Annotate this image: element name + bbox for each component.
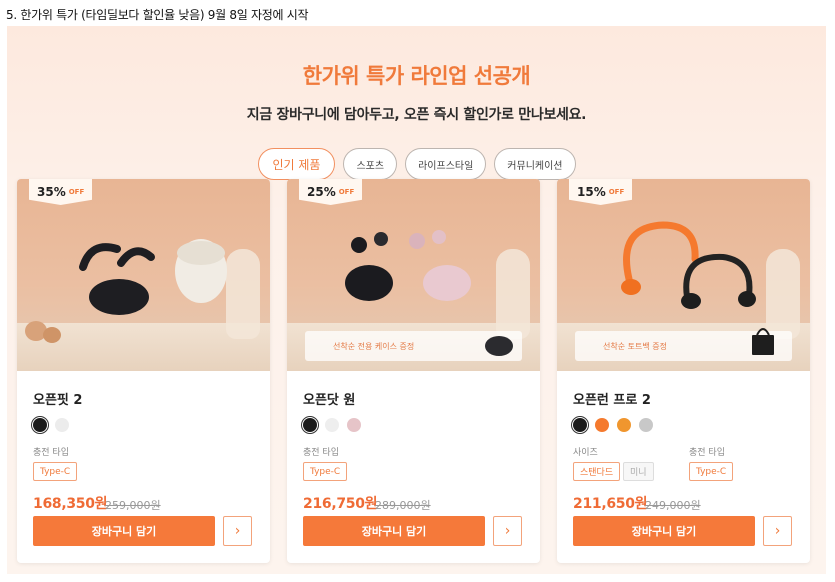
tote-bag-icon	[752, 328, 774, 355]
charge-type-chip[interactable]: Type-C	[303, 462, 348, 481]
charge-type-chip[interactable]: Type-C	[33, 462, 78, 481]
charge-type-label: 충전 타입	[689, 448, 725, 458]
product-name: 오픈런 프로 2	[573, 393, 651, 408]
chevron-right-icon[interactable]: ›	[763, 516, 792, 546]
tab-lifestyle[interactable]: 라이프스타일	[405, 148, 487, 180]
tab-sports[interactable]: 스포츠	[343, 148, 398, 180]
color-swatch-pink[interactable]	[347, 418, 361, 432]
product-image[interactable]: 15% OFF 선착순 토트백 증정	[557, 179, 810, 371]
gift-text: 선착순 전용 케이스 증정	[333, 341, 415, 351]
chevron-right-icon[interactable]: ›	[223, 516, 252, 546]
discount-off-label: OFF	[338, 188, 355, 196]
discount-badge: 25% OFF	[299, 179, 363, 205]
add-to-cart-button[interactable]: 장바구니 담기	[573, 516, 755, 546]
color-swatch-black[interactable]	[301, 416, 319, 434]
earbuds-illustration	[79, 239, 227, 315]
discount-percent: 25%	[307, 185, 336, 199]
product-name: 오픈닷 원	[303, 393, 356, 408]
original-price: 289,000원	[375, 499, 431, 512]
size-chip-mini[interactable]: 미니	[623, 462, 654, 481]
color-swatches	[31, 416, 69, 434]
banner-subline: 지금 장바구니에 담아두고, 오픈 즉시 할인가로 만나보세요.	[246, 107, 587, 123]
charge-type-label: 충전 타입	[33, 448, 69, 458]
sale-price: 216,750원	[303, 496, 378, 512]
discount-off-label: OFF	[68, 188, 85, 196]
discount-badge: 15% OFF	[569, 179, 633, 205]
discount-percent: 35%	[37, 185, 66, 199]
color-swatch-white[interactable]	[55, 418, 69, 432]
original-price: 259,000원	[105, 499, 161, 512]
chevron-right-icon[interactable]: ›	[493, 516, 522, 546]
product-card-openrun-pro2[interactable]: 15% OFF 선착순 토트백 증정 오픈런 프로 2 사이즈 스탠다드 미니 …	[557, 179, 810, 563]
gift-banner: 선착순 토트백 증정	[575, 328, 792, 361]
page-note: 5. 한가위 특가 (타임딜보다 할인율 낮음) 9월 8일 자정에 시작	[6, 8, 309, 22]
gift-banner: 선착순 전용 케이스 증정	[305, 331, 522, 361]
category-tabs: 인기 제품 스포츠 라이프스타일 커뮤니케이션	[7, 148, 826, 180]
add-to-cart-button[interactable]: 장바구니 담기	[33, 516, 215, 546]
product-image[interactable]: 35% OFF	[17, 179, 270, 371]
original-price: 249,000원	[645, 499, 701, 512]
size-label: 사이즈	[573, 448, 598, 458]
color-swatches	[301, 416, 361, 434]
tab-popular[interactable]: 인기 제품	[257, 148, 336, 180]
discount-badge: 35% OFF	[29, 179, 93, 205]
case-icon	[485, 336, 513, 356]
color-swatches	[571, 416, 653, 434]
add-to-cart-button[interactable]: 장바구니 담기	[303, 516, 485, 546]
sale-price: 211,650원	[573, 496, 648, 512]
size-chip-standard[interactable]: 스탠다드	[573, 462, 621, 481]
product-card-openfit2[interactable]: 35% OFF 오픈핏 2 충전 타입 Type-C 168,350원 259,…	[17, 179, 270, 563]
discount-percent: 15%	[577, 185, 606, 199]
color-swatch-black[interactable]	[571, 416, 589, 434]
gift-text: 선착순 토트백 증정	[603, 341, 667, 351]
color-swatch-black[interactable]	[31, 416, 49, 434]
color-swatch-grey[interactable]	[639, 418, 653, 432]
product-card-opendot-one[interactable]: 25% OFF 선착순 전용 케이스 증정 오픈닷 원 충전 타입 Type-C…	[287, 179, 540, 563]
product-name: 오픈핏 2	[33, 393, 83, 408]
color-swatch-white[interactable]	[325, 418, 339, 432]
banner-headline: 한가위 특가 라인업 선공개	[302, 64, 531, 88]
discount-off-label: OFF	[608, 188, 625, 196]
tab-communication[interactable]: 커뮤니케이션	[494, 148, 576, 180]
charge-type-chip[interactable]: Type-C	[689, 462, 734, 481]
color-swatch-amber[interactable]	[617, 418, 631, 432]
color-swatch-orange[interactable]	[595, 418, 609, 432]
charge-type-label: 충전 타입	[303, 448, 339, 458]
sale-price: 168,350원	[33, 496, 108, 512]
product-image[interactable]: 25% OFF 선착순 전용 케이스 증정	[287, 179, 540, 371]
